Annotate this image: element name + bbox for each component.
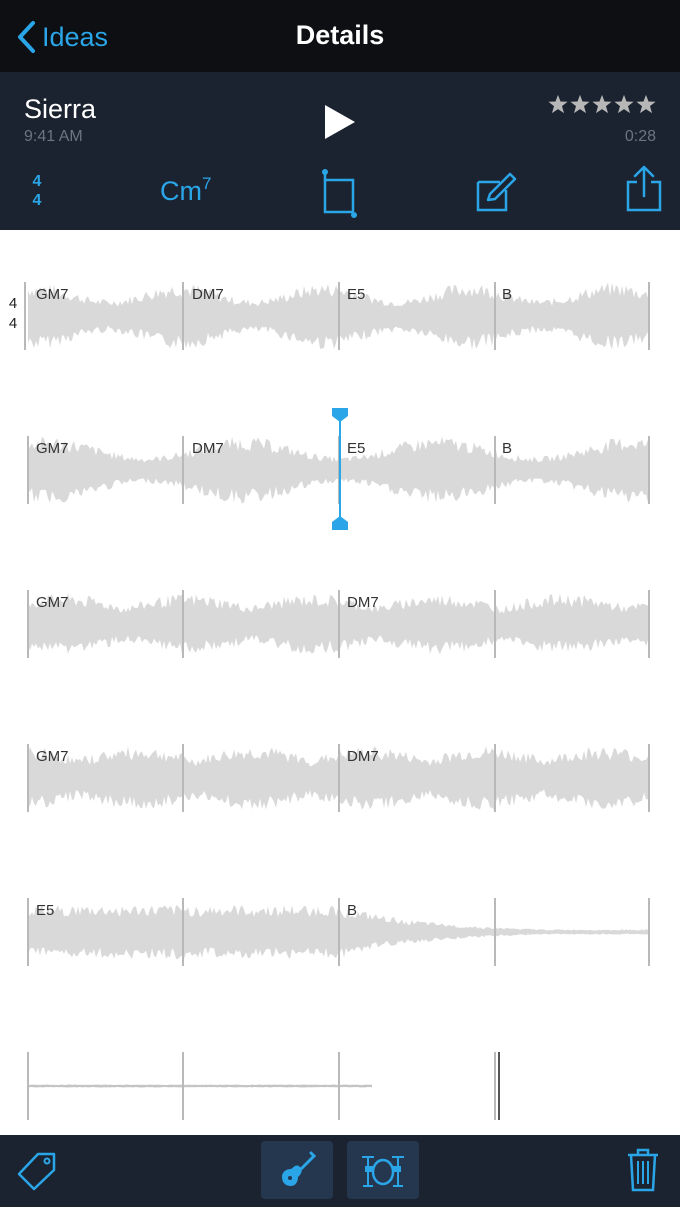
bar-line [27,744,29,812]
song-duration: 0:28 [624,128,656,145]
waveform [28,1084,372,1088]
bar-line [338,590,340,658]
bar-line [182,436,184,504]
crop-button[interactable] [320,168,360,227]
time-signature-top: 4 [32,173,42,190]
bar-line [27,436,29,504]
bar-line [338,898,340,966]
bar-line [338,1052,340,1120]
bar-line [648,590,650,658]
star-icon[interactable] [592,94,612,114]
playhead[interactable] [330,406,350,532]
page-title: Details [295,20,385,50]
crop-icon [322,169,357,218]
share-button[interactable] [624,164,664,219]
tag-icon [17,1152,56,1191]
delete-button[interactable] [626,1147,660,1198]
bar-line [494,436,496,504]
song-header: Sierra 9:41 AM 0:28 4 4 Cm7 [0,72,680,230]
bar-line [494,744,496,812]
star-icon[interactable] [614,94,634,114]
share-icon [626,165,662,212]
bar-line [648,898,650,966]
bar-line [494,1052,496,1120]
waveform-row[interactable]: GM7 DM7 E5 B [0,276,680,356]
waveform-row[interactable] [0,1046,680,1126]
song-name: Sierra [24,94,97,124]
chord-label[interactable]: E5 [36,902,54,919]
edit-button[interactable] [474,170,518,219]
bar-line [27,1052,29,1120]
chord-label[interactable]: DM7 [192,440,224,457]
play-button[interactable] [322,102,358,147]
drums-track-button[interactable] [347,1141,419,1199]
bar-line [648,744,650,812]
chord-label[interactable]: E5 [347,286,365,303]
waveform-row[interactable]: GM7 DM7 [0,584,680,664]
waveform-row[interactable]: E5 B [0,892,680,972]
chord-label[interactable]: DM7 [347,748,379,765]
bar-line [648,436,650,504]
chord-label[interactable]: GM7 [36,440,69,457]
star-rating[interactable] [548,94,656,114]
chord-extension: 7 [202,174,212,193]
bar-line [494,590,496,658]
tag-button[interactable] [16,1151,58,1196]
bar-line [182,898,184,966]
play-icon [325,105,355,139]
trash-icon [628,1148,658,1192]
bar-line [648,282,650,350]
bar-line [182,744,184,812]
bar-line [338,744,340,812]
edit-icon [476,172,517,212]
bar-line [182,590,184,658]
time-signature-bottom: 4 [32,192,42,209]
bar-line [182,282,184,350]
chord-label[interactable]: B [502,440,512,457]
chord-button[interactable]: Cm7 [160,174,212,207]
chord-label[interactable]: B [502,286,512,303]
drums-icon [362,1156,404,1187]
chord-label[interactable]: B [347,902,357,919]
bar-line [182,1052,184,1120]
chord-label[interactable]: GM7 [36,748,69,765]
waveform-area[interactable]: 4 4 GM7 DM7 E5 B GM7 DM7 E5 B GM7 DM7 GM… [0,230,680,1135]
chord-label[interactable]: GM7 [36,286,69,303]
waveform-row[interactable]: GM7 DM7 [0,738,680,818]
bar-line [338,282,340,350]
waveform [28,746,648,810]
bar-line [24,282,26,350]
chord-root: Cm [160,176,202,206]
waveform [28,905,648,959]
guitar-track-button[interactable] [261,1141,333,1199]
bottom-toolbar [0,1135,680,1207]
navigation-bar: Ideas Details [0,0,680,72]
song-timestamp: 9:41 AM [24,128,83,145]
chord-label[interactable]: GM7 [36,594,69,611]
time-signature-button[interactable]: 4 4 [28,172,46,210]
star-icon[interactable] [636,94,656,114]
bar-line [494,898,496,966]
bar-line [27,590,29,658]
bar-line [494,282,496,350]
chord-label[interactable]: DM7 [192,286,224,303]
guitar-icon [282,1151,317,1186]
star-icon[interactable] [548,94,568,114]
waveform [28,593,648,655]
waveform [28,282,648,350]
star-icon[interactable] [570,94,590,114]
chord-label[interactable]: DM7 [347,594,379,611]
end-bar-line [498,1052,500,1120]
bar-line [27,898,29,966]
